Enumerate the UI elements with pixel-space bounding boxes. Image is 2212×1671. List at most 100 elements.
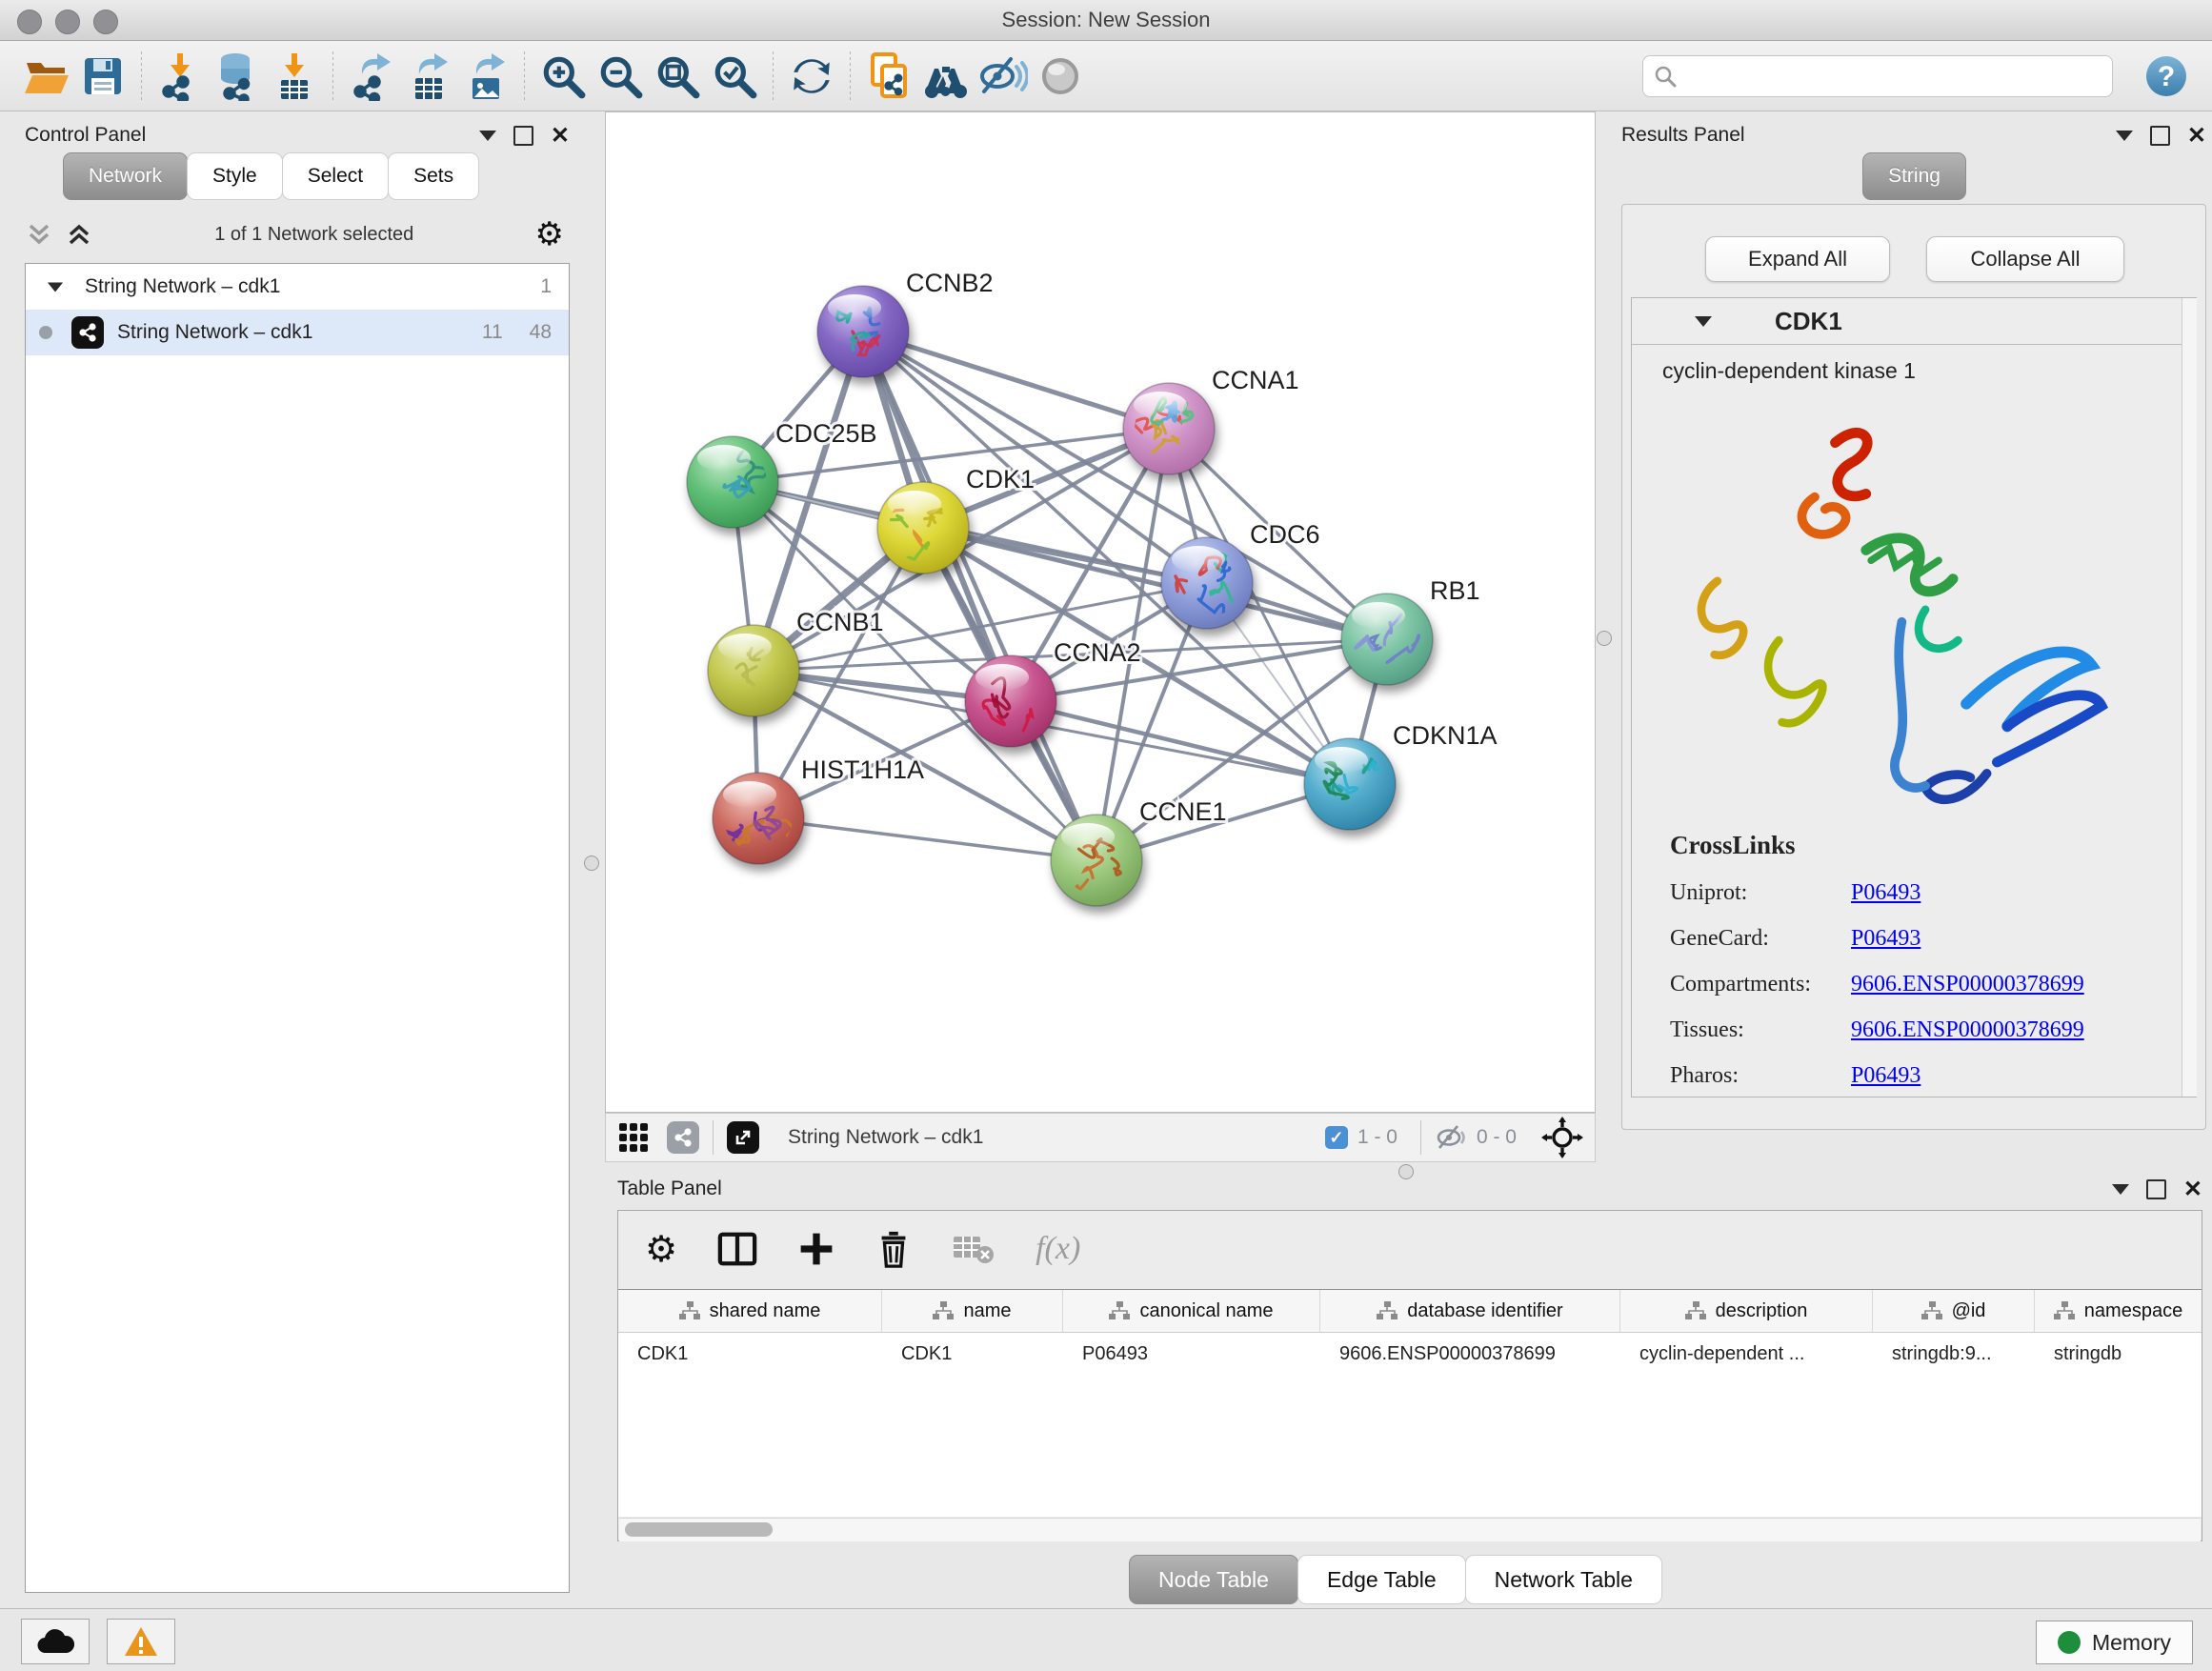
pan-crosshair-icon[interactable] [1541, 1117, 1583, 1158]
open-session-icon[interactable] [17, 47, 74, 106]
cell-id[interactable]: stringdb:9... [1873, 1333, 2035, 1375]
hidden-eye-icon[interactable] [1435, 1123, 1467, 1152]
cell-name[interactable]: CDK1 [882, 1333, 1063, 1375]
column-header-description[interactable]: description [1620, 1290, 1873, 1332]
network-view-icon[interactable] [667, 1121, 699, 1154]
network-node[interactable] [1304, 738, 1396, 830]
collapse-gene-icon[interactable] [1695, 316, 1712, 327]
close-panel-icon[interactable]: ✕ [2187, 128, 2206, 144]
tab-edge-table[interactable]: Edge Table [1297, 1555, 1466, 1604]
control-panel-title: Control Panel [25, 124, 146, 147]
detach-view-icon[interactable] [727, 1121, 759, 1154]
clone-network-icon[interactable] [860, 47, 917, 106]
save-session-icon[interactable] [74, 47, 131, 106]
panel-menu-icon[interactable] [479, 131, 496, 141]
zoom-selected-icon[interactable] [706, 47, 763, 106]
network-node[interactable] [817, 286, 909, 377]
network-node[interactable] [687, 436, 778, 528]
search-input[interactable] [1678, 64, 2091, 88]
cell-namespace[interactable]: stringdb [2035, 1333, 2202, 1375]
network-row-selected[interactable]: String Network – cdk1 11 48 [26, 310, 569, 355]
warnings-button[interactable] [107, 1619, 175, 1664]
column-header-database-identifier[interactable]: database identifier [1320, 1290, 1620, 1332]
collapse-all-networks-icon[interactable] [65, 220, 93, 249]
cell-shared-name[interactable]: CDK1 [618, 1333, 882, 1375]
network-node[interactable] [713, 773, 804, 864]
crosslink-pharos-link[interactable]: P06493 [1851, 1063, 1920, 1089]
table-horizontal-scrollbar[interactable] [619, 1518, 2201, 1541]
network-node[interactable] [965, 655, 1056, 747]
column-selector-icon[interactable] [717, 1230, 757, 1268]
collapse-all-button[interactable]: Collapse All [1926, 236, 2124, 282]
crosslink-uniprot-link[interactable]: P06493 [1851, 880, 1920, 906]
splitter-handle[interactable] [584, 856, 599, 871]
tab-network[interactable]: Network [63, 152, 188, 200]
splitter-handle[interactable] [1597, 631, 1612, 646]
float-panel-icon[interactable] [513, 126, 533, 146]
import-table-icon[interactable] [266, 47, 323, 106]
export-table-icon[interactable] [400, 47, 457, 106]
grid-view-icon[interactable] [617, 1121, 650, 1154]
expand-all-networks-icon[interactable] [25, 220, 53, 249]
results-scrollbar[interactable] [2182, 298, 2197, 1097]
zoom-in-icon[interactable] [534, 47, 592, 106]
float-panel-icon[interactable] [2146, 1179, 2166, 1199]
table-settings-gear-icon[interactable]: ⚙ [645, 1228, 677, 1270]
network-node[interactable] [1161, 537, 1253, 629]
column-header-shared-name[interactable]: shared name [618, 1290, 882, 1332]
float-panel-icon[interactable] [2150, 126, 2170, 146]
export-network-icon[interactable] [343, 47, 400, 106]
panel-menu-icon[interactable] [2116, 131, 2133, 141]
delete-column-icon[interactable] [875, 1229, 912, 1269]
network-node[interactable] [1051, 815, 1142, 906]
search-box[interactable] [1642, 55, 2113, 97]
crosslink-tissues-link[interactable]: 9606.ENSP00000378699 [1851, 1017, 2084, 1043]
network-canvas-svg[interactable]: CCNB2CCNA1CDC25BCDK1CDC6RB1CCNB1CCNA2CDK… [606, 112, 1595, 1112]
expand-all-button[interactable]: Expand All [1705, 236, 1890, 282]
network-node[interactable] [1341, 594, 1433, 685]
crosslink-row: Uniprot: P06493 [1670, 880, 2196, 906]
column-header-id[interactable]: @id [1873, 1290, 2035, 1332]
memory-button[interactable]: Memory [2036, 1621, 2193, 1664]
refresh-layout-icon[interactable] [783, 47, 840, 106]
column-header-canonical-name[interactable]: canonical name [1063, 1290, 1320, 1332]
collection-expand-icon[interactable] [48, 282, 63, 292]
column-header-name[interactable]: name [882, 1290, 1063, 1332]
add-column-icon[interactable] [797, 1230, 835, 1268]
help-icon[interactable]: ? [2138, 47, 2195, 106]
export-image-icon[interactable] [457, 47, 514, 106]
close-panel-icon[interactable]: ✕ [2183, 1181, 2202, 1198]
show-hide-icon[interactable] [975, 47, 1032, 106]
tab-sets[interactable]: Sets [388, 152, 479, 200]
network-node[interactable] [877, 482, 969, 574]
network-node[interactable] [708, 625, 799, 716]
crosslink-compartments-link[interactable]: 9606.ENSP00000378699 [1851, 972, 2084, 997]
cell-description[interactable]: cyclin-dependent ... [1620, 1333, 1873, 1375]
network-canvas[interactable]: CCNB2CCNA1CDC25BCDK1CDC6RB1CCNB1CCNA2CDK… [605, 111, 1596, 1113]
zoom-out-icon[interactable] [592, 47, 649, 106]
tab-network-table[interactable]: Network Table [1465, 1555, 1662, 1604]
tab-string[interactable]: String [1862, 152, 1966, 200]
network-options-gear-icon[interactable]: ⚙ [535, 215, 564, 253]
tab-node-table[interactable]: Node Table [1129, 1555, 1298, 1604]
column-header-namespace[interactable]: namespace [2035, 1290, 2202, 1332]
network-node[interactable] [1123, 383, 1215, 474]
crosslink-genecard-link[interactable]: P06493 [1851, 926, 1920, 952]
import-database-icon[interactable] [209, 47, 266, 106]
cloud-button[interactable] [21, 1619, 90, 1664]
network-view-toolbar: String Network – cdk1 ✓ 1 - 0 0 - 0 [605, 1113, 1596, 1162]
gene-section-header[interactable]: CDK1 [1632, 298, 2196, 345]
tab-style[interactable]: Style [187, 152, 283, 200]
selected-checkbox-icon[interactable]: ✓ [1325, 1126, 1348, 1149]
network-collection-row[interactable]: String Network – cdk1 1 [26, 264, 569, 310]
close-panel-icon[interactable]: ✕ [551, 128, 570, 144]
cell-database-identifier[interactable]: 9606.ENSP00000378699 [1320, 1333, 1620, 1375]
scrollbar-thumb[interactable] [625, 1522, 773, 1537]
table-row[interactable]: CDK1 CDK1 P06493 9606.ENSP00000378699 cy… [618, 1333, 2202, 1375]
import-network-icon[interactable] [151, 47, 209, 106]
tab-select[interactable]: Select [282, 152, 389, 200]
birdseye-icon[interactable] [917, 47, 975, 106]
cell-canonical-name[interactable]: P06493 [1063, 1333, 1320, 1375]
zoom-fit-icon[interactable] [649, 47, 706, 106]
panel-menu-icon[interactable] [2112, 1184, 2129, 1195]
